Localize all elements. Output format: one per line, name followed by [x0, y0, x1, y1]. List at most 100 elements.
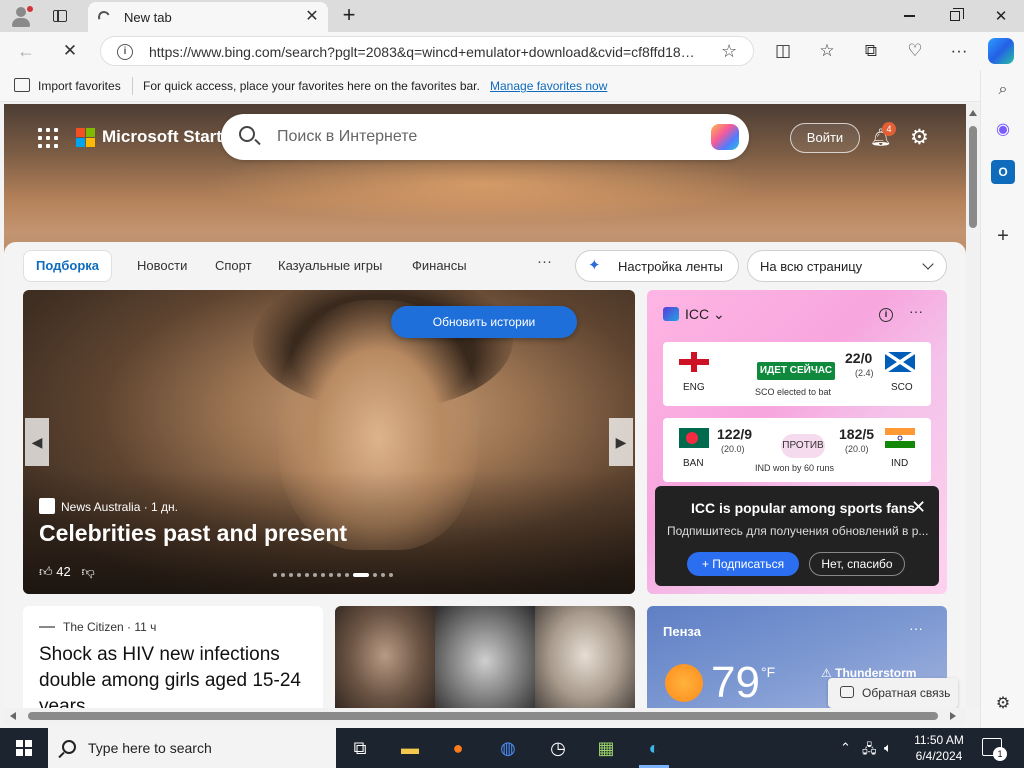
- sidebar-search-icon[interactable]: ⌕: [991, 78, 1015, 102]
- story-age: · 1 дн.: [143, 500, 179, 514]
- no-thanks-button[interactable]: Нет, спасибо: [809, 552, 905, 576]
- outlook-icon[interactable]: O: [991, 160, 1015, 184]
- notifications-badge: 4: [882, 122, 896, 136]
- notification-center-icon[interactable]: 1: [982, 738, 1007, 761]
- start-button[interactable]: [0, 728, 48, 768]
- icc-sports-card: ICC ⌄ i ··· ENG ИДЕТ СЕЙЧАС 22/0 (2.4) S…: [647, 290, 947, 594]
- layout-select[interactable]: На всю страницу: [747, 250, 947, 282]
- more-tabs-button[interactable]: ···: [537, 253, 552, 270]
- tab-actions-icon[interactable]: [48, 6, 72, 26]
- source-name: The Citizen: [63, 620, 124, 634]
- sidebar-copilot-icon[interactable]: ◉: [991, 118, 1015, 142]
- tray-chevron-icon[interactable]: ⌃: [840, 740, 851, 756]
- story-card-hiv[interactable]: The Citizen · 11 ч Shock as HIV new infe…: [23, 606, 323, 708]
- card-more-icon[interactable]: ···: [909, 620, 923, 636]
- weather-temp: 79: [711, 658, 760, 707]
- customize-feed-button[interactable]: ✦ Настройка ленты: [575, 250, 739, 282]
- taskbar-clock[interactable]: 11:50 AM 6/4/2024: [906, 732, 972, 764]
- taskbar-search-input[interactable]: Type here to search: [88, 740, 212, 756]
- sidebar-add-icon[interactable]: +: [991, 224, 1015, 248]
- taskbar-search[interactable]: Type here to search: [48, 728, 336, 768]
- chrome-icon[interactable]: ◍: [494, 734, 522, 762]
- carousel-next-button[interactable]: ▶: [609, 418, 633, 466]
- tab-featured[interactable]: Подборка: [23, 250, 113, 282]
- minimize-button[interactable]: [886, 0, 932, 32]
- add-favorite-icon[interactable]: ☆: [721, 41, 737, 62]
- feedback-icon: [840, 686, 854, 698]
- back-button[interactable]: ←: [14, 39, 38, 63]
- england-flag-icon: [679, 352, 709, 372]
- browser-toolbar: ← ✕ i https://www.bing.com/search?pglt=2…: [0, 32, 1024, 70]
- edge-icon[interactable]: ◐: [640, 734, 668, 762]
- sidebar-settings-icon[interactable]: ⚙: [991, 692, 1015, 716]
- firefox-icon[interactable]: ●: [444, 734, 472, 762]
- weather-city[interactable]: Пенза: [663, 624, 701, 639]
- story-card-photos[interactable]: [335, 606, 635, 708]
- copilot-search-icon[interactable]: [711, 124, 739, 150]
- scroll-thumb[interactable]: [28, 712, 938, 720]
- site-info-icon[interactable]: i: [117, 44, 133, 60]
- calculator-icon[interactable]: ▦: [592, 734, 620, 762]
- address-bar[interactable]: i https://www.bing.com/search?pglt=2083&…: [100, 36, 754, 66]
- settings-more-icon[interactable]: ···: [948, 41, 970, 63]
- icc-title: ICC: [685, 306, 710, 322]
- story-headline[interactable]: Celebrities past and present: [39, 520, 347, 547]
- clock-app-icon[interactable]: ◷: [544, 734, 572, 762]
- horizontal-scrollbar[interactable]: [4, 708, 966, 724]
- vertical-scrollbar[interactable]: [966, 104, 980, 708]
- tab-news[interactable]: Новости: [137, 258, 187, 273]
- profile-icon[interactable]: [8, 4, 34, 28]
- copilot-icon[interactable]: [988, 38, 1014, 64]
- tab-close-icon[interactable]: ✕: [302, 7, 322, 27]
- network-icon[interactable]: 🖧︎: [862, 740, 877, 762]
- new-tab-button[interactable]: +: [336, 3, 362, 29]
- info-icon[interactable]: i: [879, 308, 893, 322]
- team-overs: (2.4): [855, 368, 874, 378]
- tab-finance[interactable]: Финансы: [412, 258, 467, 273]
- sign-in-button[interactable]: Войти: [790, 123, 860, 153]
- subscribe-button[interactable]: + Подписаться: [687, 552, 799, 576]
- story-source: The Citizen · 11 ч: [39, 620, 156, 634]
- restore-button[interactable]: [932, 0, 978, 32]
- scroll-thumb[interactable]: [969, 126, 977, 228]
- feedback-button[interactable]: Обратная связь: [828, 678, 958, 708]
- search-icon: [239, 126, 255, 142]
- windows-taskbar: Type here to search ⧉ ▬ ● ◍ ◷ ▦ ◐ ⌃ 🖧︎ 🔈…: [0, 728, 1024, 768]
- web-search-box[interactable]: Поиск в Интернете: [221, 114, 749, 160]
- apps-grid-icon[interactable]: [38, 128, 58, 148]
- weather-unit[interactable]: °F: [761, 664, 775, 680]
- card-more-icon[interactable]: ···: [909, 303, 923, 319]
- manage-favorites-link[interactable]: Manage favorites now: [490, 79, 607, 93]
- browser-essentials-icon[interactable]: ♡: [904, 41, 926, 63]
- carousel-prev-button[interactable]: ◀: [25, 418, 49, 466]
- refresh-stories-button[interactable]: Обновить истории: [391, 306, 577, 338]
- volume-icon[interactable]: 🔈︎: [884, 740, 892, 756]
- tab-new-tab[interactable]: New tab ✕: [88, 2, 328, 32]
- page-settings-icon[interactable]: ⚙: [910, 125, 929, 150]
- favorites-icon[interactable]: ☆: [816, 41, 838, 63]
- popup-close-icon[interactable]: ✕: [911, 497, 926, 518]
- main-story-card[interactable]: Обновить истории ◀ ▶ News Australia · 1 …: [23, 290, 635, 594]
- india-flag-icon: [885, 428, 915, 448]
- file-explorer-icon[interactable]: ▬: [396, 734, 424, 762]
- story-source: News Australia · 1 дн.: [39, 498, 178, 514]
- split-screen-icon[interactable]: ◫: [772, 41, 794, 63]
- match-card-eng-sco[interactable]: ENG ИДЕТ СЕЙЧАС 22/0 (2.4) SCO SCO elect…: [663, 342, 931, 406]
- like-icon[interactable]: 👍︎: [39, 564, 53, 579]
- notifications-bell-icon[interactable]: 🔔︎ 4: [870, 122, 896, 148]
- search-input[interactable]: Поиск в Интернете: [277, 128, 417, 146]
- collections-icon[interactable]: ⧉: [860, 41, 882, 63]
- icc-card-header[interactable]: ICC ⌄: [663, 306, 725, 323]
- story-headline[interactable]: Shock as HIV new infections double among…: [39, 642, 315, 708]
- close-window-button[interactable]: ✕: [978, 0, 1024, 32]
- edge-sidebar: ⌕ ◉ O + ⚙: [980, 70, 1024, 728]
- tab-casual-games[interactable]: Казуальные игры: [278, 258, 382, 273]
- stop-loading-button[interactable]: ✕: [58, 39, 82, 63]
- task-view-icon[interactable]: ⧉: [346, 734, 374, 762]
- story-image: [335, 606, 435, 708]
- dislike-icon[interactable]: 👎︎: [82, 564, 95, 579]
- address-url[interactable]: https://www.bing.com/search?pglt=2083&q=…: [149, 44, 714, 60]
- match-card-ban-ind[interactable]: BAN 122/9 (20.0) ПРОТИВ 182/5 (20.0) IND…: [663, 418, 931, 482]
- tab-sport[interactable]: Спорт: [215, 258, 252, 273]
- import-favorites-button[interactable]: Import favorites: [38, 79, 121, 93]
